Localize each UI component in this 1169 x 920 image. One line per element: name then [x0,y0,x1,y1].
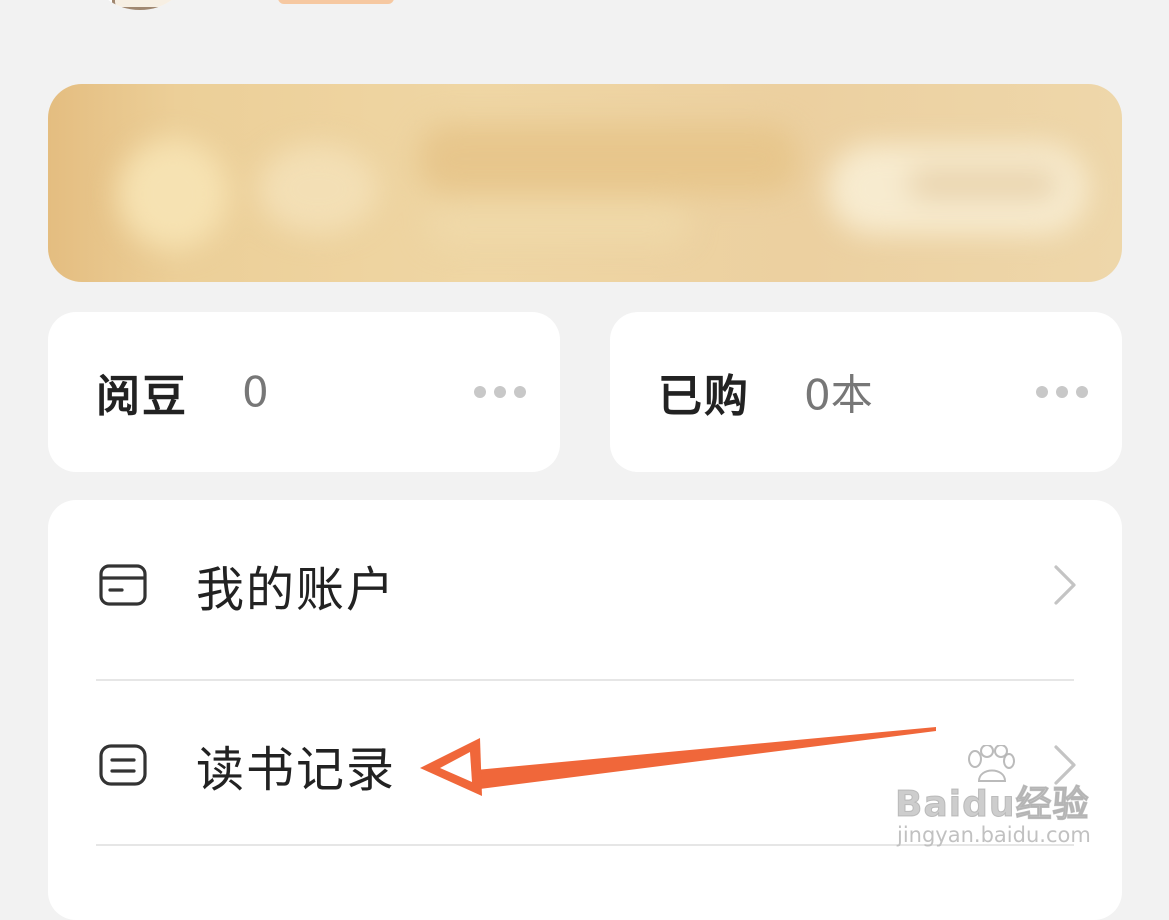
baidu-watermark: Baidu经验 jingyan.baidu.com [894,745,1125,855]
menu-list: 我的账户 读书记录 [48,500,1122,920]
chevron-right-icon [1054,565,1076,605]
menu-item-my-account[interactable]: 我的账户 [48,500,1122,670]
user-level-badge [278,0,394,4]
watermark-url: jingyan.baidu.com [897,823,1091,847]
vip-banner-blurred-content [48,84,1122,282]
menu-item-label: 我的账户 [196,562,397,618]
watermark-brand: Baidu经验 [894,784,1090,826]
reading-record-icon [99,744,147,786]
beans-value: 0 [242,367,269,417]
vip-banner[interactable] [48,84,1122,282]
beans-more-icon[interactable] [474,386,526,398]
purchased-value: 0本 [804,370,873,420]
menu-item-label: 读书记录 [196,742,397,798]
beans-card[interactable]: 阅豆 0 [48,312,560,472]
beans-label: 阅豆 [96,371,188,422]
purchased-more-icon[interactable] [1036,386,1088,398]
purchased-label: 已购 [658,371,750,422]
avatar-illustration [112,0,176,10]
purchased-card[interactable]: 已购 0本 [610,312,1122,472]
wallet-icon [99,564,147,606]
user-avatar[interactable] [92,0,188,10]
